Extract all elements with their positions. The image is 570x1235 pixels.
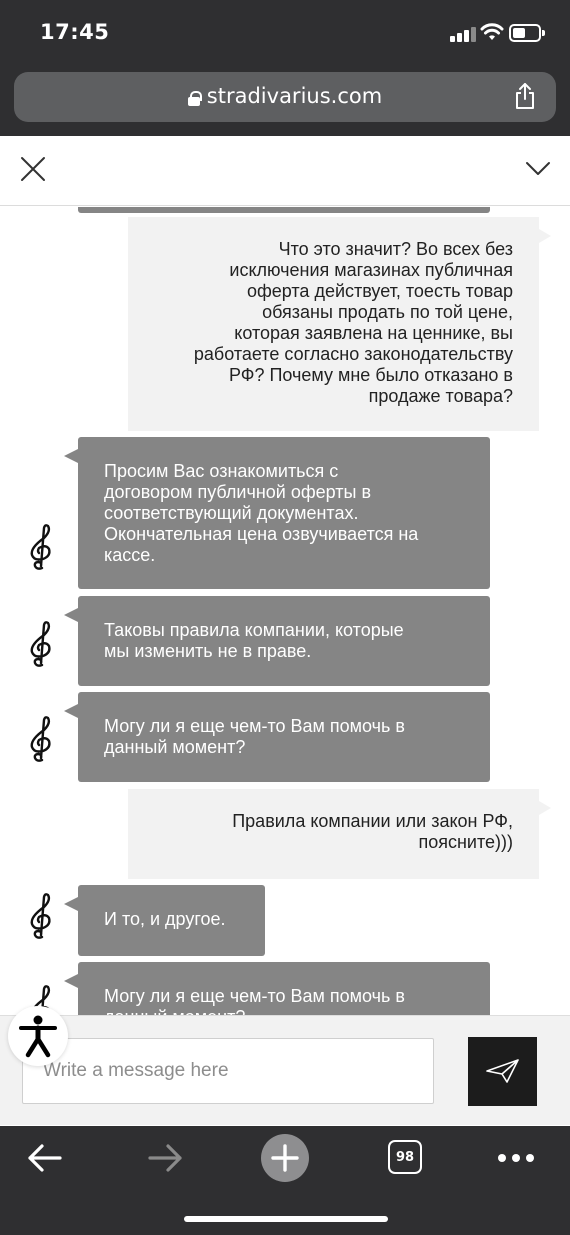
message-text: Могу ли я еще чем-то Вам помочь в данный… bbox=[104, 716, 405, 757]
wifi-icon bbox=[480, 23, 504, 40]
user-message: Правила компании или закон РФ, поясните)… bbox=[128, 789, 551, 879]
status-time: 17:45 bbox=[40, 20, 110, 44]
cellular-signal-icon bbox=[450, 26, 476, 42]
forward-arrow-icon[interactable] bbox=[146, 1142, 184, 1174]
plus-icon bbox=[271, 1144, 299, 1172]
agent-message: Могу ли я еще чем-то Вам помочь в данный… bbox=[64, 692, 490, 782]
chat-header bbox=[0, 136, 570, 206]
more-menu-icon[interactable] bbox=[496, 1152, 536, 1164]
accessibility-icon bbox=[19, 1015, 57, 1058]
lock-icon bbox=[187, 91, 202, 106]
close-icon[interactable] bbox=[20, 156, 46, 182]
message-text: Что это значит? Во всех без исключения м… bbox=[193, 239, 513, 406]
agent-avatar-clef-icon bbox=[30, 716, 51, 762]
accessibility-button[interactable] bbox=[8, 1006, 68, 1066]
agent-message: Просим Вас ознакомиться с договором публ… bbox=[64, 437, 490, 589]
message-text: Таковы правила компании, которые мы изме… bbox=[104, 620, 404, 661]
tab-count: 98 bbox=[395, 1150, 415, 1165]
message-text: Просим Вас ознакомиться с договором публ… bbox=[104, 461, 419, 565]
message-input[interactable] bbox=[22, 1038, 434, 1104]
tabs-button[interactable]: 98 bbox=[388, 1140, 422, 1174]
message-text: Могу ли я еще чем-то Вам помочь в данный… bbox=[104, 986, 405, 1015]
agent-message: Могу ли я еще чем-то Вам помочь в данный… bbox=[64, 962, 490, 1015]
browser-top-bar: 17:45 stradivarius.com bbox=[0, 0, 570, 136]
agent-avatar-clef-icon bbox=[30, 621, 51, 667]
back-arrow-icon[interactable] bbox=[26, 1142, 64, 1174]
agent-message: И то, и другое. bbox=[64, 885, 265, 956]
url-text: stradivarius.com bbox=[206, 84, 383, 108]
agent-message: Таковы правила компании, которые мы изме… bbox=[64, 596, 490, 686]
home-indicator bbox=[184, 1216, 388, 1222]
message-text: Правила компании или закон РФ, поясните)… bbox=[232, 811, 513, 852]
previous-message-edge bbox=[78, 207, 490, 213]
message-list[interactable]: Что это значит? Во всех без исключения м… bbox=[0, 207, 570, 1015]
battery-icon bbox=[509, 24, 545, 42]
message-text: И то, и другое. bbox=[104, 909, 226, 929]
agent-avatar-clef-icon bbox=[30, 893, 51, 939]
share-icon[interactable] bbox=[514, 82, 536, 110]
send-button[interactable] bbox=[468, 1037, 537, 1106]
paper-plane-icon bbox=[486, 1059, 519, 1083]
agent-avatar-clef-icon bbox=[30, 524, 51, 570]
user-message: Что это значит? Во всех без исключения м… bbox=[128, 217, 551, 431]
new-tab-button[interactable] bbox=[261, 1134, 309, 1182]
address-bar[interactable]: stradivarius.com bbox=[14, 72, 556, 122]
message-composer bbox=[0, 1015, 570, 1125]
chevron-down-icon[interactable] bbox=[524, 158, 552, 178]
